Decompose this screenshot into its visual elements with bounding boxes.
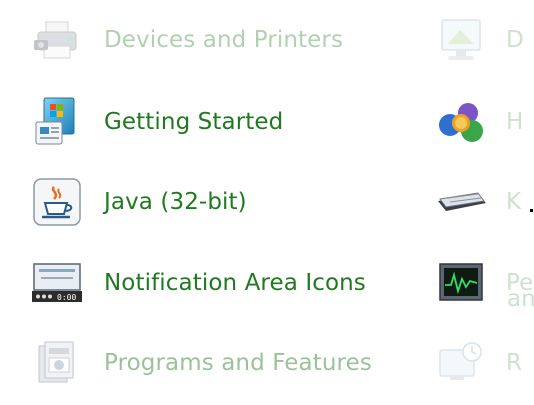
java-cup-icon xyxy=(30,175,84,229)
devices-and-printers-item[interactable]: Devices and Printers xyxy=(30,10,343,70)
keyboard-icon xyxy=(434,175,488,229)
homegroup-item[interactable]: H xyxy=(434,92,523,152)
item-label: Getting Started xyxy=(104,109,284,135)
item-label: D xyxy=(506,27,524,53)
item-label: Devices and Printers xyxy=(104,27,344,53)
item-label-line2: an xyxy=(507,286,534,312)
programs-and-features-item[interactable]: Programs and Features xyxy=(30,333,372,393)
printer-camera-icon xyxy=(30,13,84,67)
performance-monitor-icon xyxy=(434,256,488,310)
getting-started-icon xyxy=(30,95,84,149)
notification-area-icons-item[interactable]: 0:00 Notification Area Icons xyxy=(30,253,366,313)
keyboard-item[interactable]: K xyxy=(434,172,521,232)
text-cursor xyxy=(530,209,533,212)
display-icon xyxy=(434,13,488,67)
control-panel-items: Devices and Printers Getting Started Jav… xyxy=(0,0,534,405)
programs-features-icon xyxy=(30,336,84,390)
getting-started-item[interactable]: Getting Started xyxy=(30,92,283,152)
item-label: R xyxy=(506,350,523,376)
svg-text:0:00: 0:00 xyxy=(57,293,76,302)
display-item[interactable]: D xyxy=(434,10,524,70)
recovery-item[interactable]: R xyxy=(434,333,522,393)
taskbar-notification-icon: 0:00 xyxy=(30,256,84,310)
item-label: Java (32-bit) xyxy=(104,189,247,215)
item-label: Notification Area Icons xyxy=(104,270,366,296)
item-label: K xyxy=(506,189,522,215)
recovery-icon xyxy=(434,336,488,390)
homegroup-icon xyxy=(434,95,488,149)
java-item[interactable]: Java (32-bit) xyxy=(30,172,247,232)
item-label: H xyxy=(506,109,524,135)
item-label: Programs and Features xyxy=(104,350,372,376)
